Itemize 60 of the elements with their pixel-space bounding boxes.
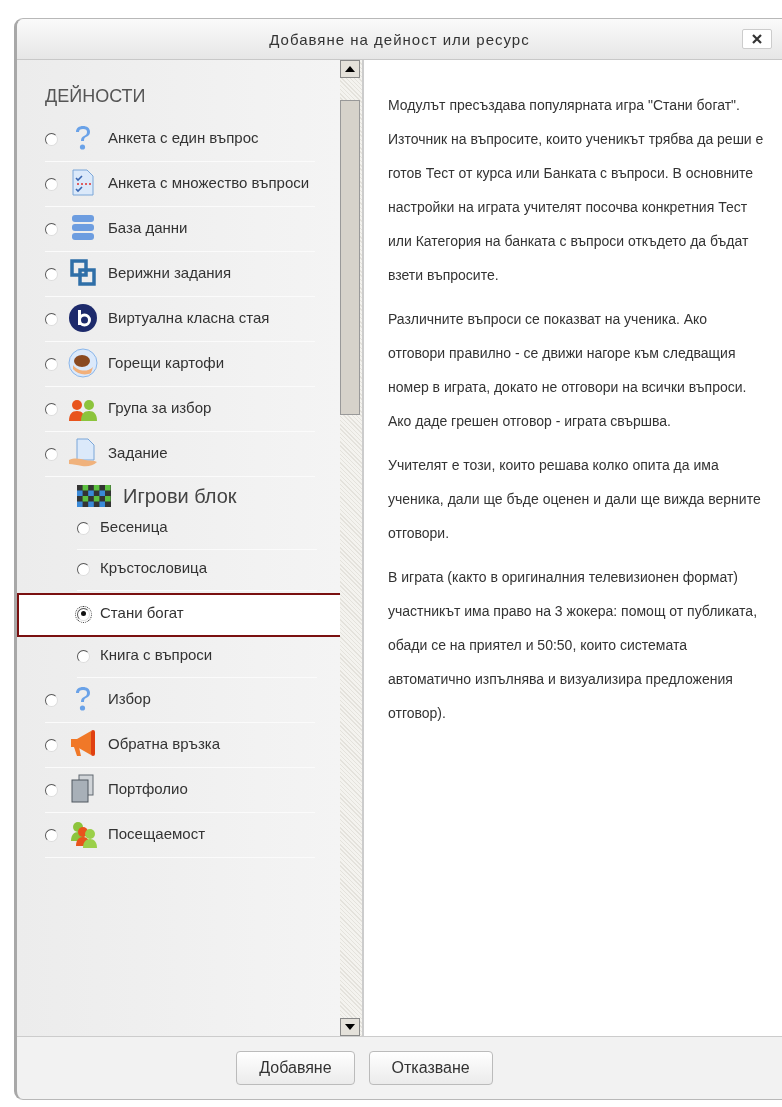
selected-row[interactable]: Стани богат [17,593,340,637]
sub-item[interactable]: Книга с въпроси [77,637,317,678]
description-paragraph: Учителят е този, които решава колко опита да има ученика, дали ще бъде оценен и дали ще вижда верните отговори. [388,456,762,543]
radio-button[interactable] [45,447,58,461]
radio-button[interactable] [45,783,58,797]
activity-label[interactable]: Виртуална класна стая [108,309,270,326]
activity-label[interactable]: Група за избор [108,399,212,416]
activity-label[interactable]: Портфолио [108,780,188,797]
document-on-hand-icon [68,438,98,468]
dark-circle-logo-icon [68,303,98,333]
down-arrow-icon [345,1024,355,1030]
radio-button[interactable] [77,562,90,576]
activity-label[interactable]: База данни [108,219,188,236]
radio-button[interactable] [77,521,90,535]
dialog-title: Добавяне на дейност или ресурс [269,30,530,48]
activity-label[interactable]: Анкета с един въпрос [108,129,259,146]
linked-squares-icon [68,258,98,288]
scrollbar[interactable] [340,60,363,1036]
activity-label[interactable]: Стани богат [100,604,184,621]
scroll-up-button[interactable] [340,60,360,78]
people-group-icon [68,819,98,849]
activity-label[interactable]: Обратна връзка [108,735,221,752]
section-heading: ДЕЙНОСТИ [45,86,147,107]
radio-button[interactable] [45,738,58,752]
radio-button[interactable] [45,828,58,842]
description-paragraph: Модулът пресъздава популярната игра "Стани богат". Източник на въпросите, които ученикът трябва да реши е готов Тест от курса или Банката с въпроси. В основните настройки на играта учителят посочва конкретния Тест или Категория на банката с въпроси откъдето да бъдат взети въпросите. [388,96,765,285]
sub-item[interactable]: Кръстословица [77,550,317,591]
activity-label[interactable]: Задание [108,444,168,461]
radio-button[interactable] [45,312,58,326]
up-arrow-icon [345,66,355,72]
activity-label[interactable]: Посещаемост [108,825,206,842]
activity-label[interactable]: Горещи картофи [108,354,225,371]
description-paragraph: Различните въпроси се показват на ученика. Ако отговори правилно - се движи нагоре към следващия номер в играта, докато не отговори на всички въпроси. Ако даде грешен отговор - играта свършва. [388,310,748,431]
sub-item[interactable]: Бесеница [77,509,317,550]
activity-label[interactable]: Анкета с множество въпроси [108,174,310,191]
group-label: Игрови блок [123,484,237,508]
megaphone-icon [68,729,98,759]
activity-label[interactable]: Бесеница [100,518,168,535]
potato-in-hand-icon [68,348,98,378]
radio-button[interactable] [45,402,58,416]
checkered-grid-icon [77,483,111,509]
close-button[interactable] [742,29,772,49]
radio-button[interactable] [45,222,58,236]
description-paragraph: В играта (както в оригиналния телевизионен формат) участникът има право на 3 жокера: помощ от публиката, обади се на приятел и 50:50, които системата автоматично изпълнява и визуализира предложения отговор). [388,568,759,723]
activity-label[interactable]: Книга с въпроси [100,646,213,663]
dialog-button[interactable]: Отказване [368,1051,493,1085]
radio-button[interactable] [45,132,58,146]
dialog-button[interactable]: Добавяне [236,1051,355,1085]
radio-button[interactable] [77,649,90,663]
radio-button[interactable] [77,607,90,621]
radio-button[interactable] [45,177,58,191]
activity-label[interactable]: Кръстословица [100,559,208,576]
radio-button[interactable] [45,693,58,707]
radio-button[interactable] [45,357,58,371]
activity-label[interactable]: Верижни задания [108,264,232,281]
scroll-down-button[interactable] [340,1018,360,1036]
radio-button[interactable] [45,267,58,281]
scrollbar-thumb[interactable] [340,100,360,415]
activity-label[interactable]: Избор [108,690,151,707]
close-icon [751,33,763,45]
